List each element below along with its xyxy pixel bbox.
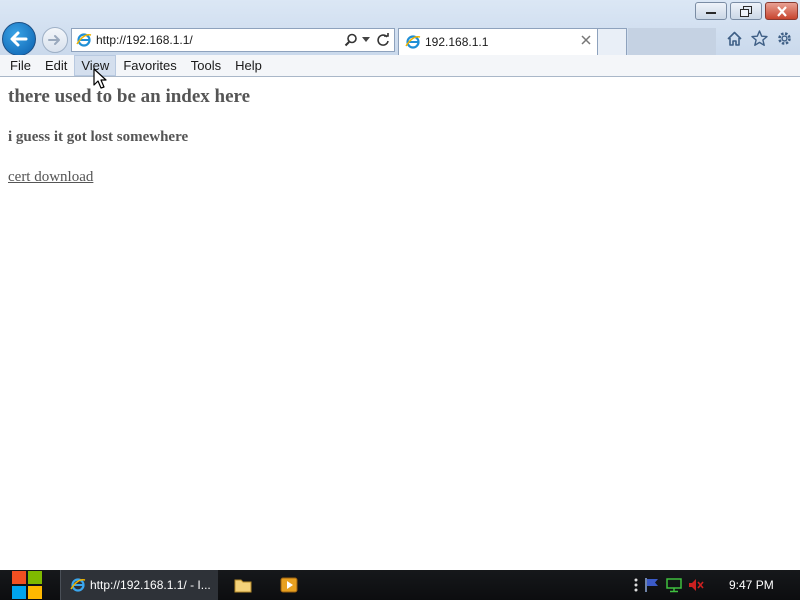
refresh-icon[interactable] <box>376 33 390 47</box>
ie-taskbar-icon <box>70 578 86 592</box>
volume-muted-icon[interactable] <box>688 577 704 597</box>
minimize-button[interactable] <box>695 2 727 20</box>
new-tab-button[interactable] <box>598 28 627 55</box>
system-tray <box>634 577 704 597</box>
menu-bar: File Edit View Favorites Tools Help <box>0 55 800 77</box>
browser-chrome: http://192.168.1.1/ 192.168.1.1 <box>0 0 800 56</box>
tab-close-icon[interactable] <box>580 34 592 46</box>
menu-tools[interactable]: Tools <box>184 55 228 76</box>
menu-help[interactable]: Help <box>228 55 269 76</box>
folder-icon[interactable] <box>234 577 252 593</box>
taskbar: http://192.168.1.1/ - I... 9:47 PM <box>0 570 800 600</box>
back-arrow-icon <box>10 31 28 47</box>
restore-button[interactable] <box>730 2 762 20</box>
tab-active[interactable]: 192.168.1.1 <box>398 28 598 55</box>
address-url: http://192.168.1.1/ <box>96 33 193 47</box>
minimize-icon <box>706 12 716 14</box>
gear-icon[interactable] <box>775 29 794 48</box>
page-subheading: i guess it got lost somewhere <box>8 129 189 145</box>
menu-edit[interactable]: Edit <box>38 55 74 76</box>
media-player-icon[interactable] <box>280 577 298 593</box>
chevron-down-icon[interactable] <box>362 37 370 42</box>
toolbar-right-icons <box>725 29 794 48</box>
menu-favorites[interactable]: Favorites <box>116 55 183 76</box>
window-controls <box>695 2 798 20</box>
tray-overflow-icon[interactable] <box>634 577 638 597</box>
page-heading: there used to be an index here <box>8 86 251 107</box>
taskbar-ie-button[interactable]: http://192.168.1.1/ - I... <box>60 570 218 600</box>
menu-file[interactable]: File <box>3 55 38 76</box>
forward-arrow-icon <box>48 35 60 45</box>
close-icon <box>776 5 787 17</box>
home-icon[interactable] <box>725 29 744 48</box>
forward-button[interactable] <box>42 27 68 53</box>
ie-tab-icon <box>405 35 421 49</box>
action-center-flag-icon[interactable] <box>644 577 660 597</box>
taskbar-clock: 9:47 PM <box>729 578 774 592</box>
search-icon[interactable] <box>344 33 358 47</box>
taskbar-ie-label: http://192.168.1.1/ - I... <box>90 578 211 592</box>
cert-download-link[interactable]: cert download <box>8 169 93 186</box>
back-button[interactable] <box>2 22 36 56</box>
favorites-star-icon[interactable] <box>750 29 769 48</box>
close-window-button[interactable] <box>765 2 798 20</box>
start-button-windows-icon[interactable] <box>10 570 44 600</box>
restore-icon <box>740 5 752 17</box>
network-icon[interactable] <box>666 577 682 597</box>
tab-strip-empty <box>628 28 716 55</box>
ie-page-icon <box>76 33 92 47</box>
tab-title: 192.168.1.1 <box>425 35 489 49</box>
address-bar[interactable]: http://192.168.1.1/ <box>71 28 395 52</box>
